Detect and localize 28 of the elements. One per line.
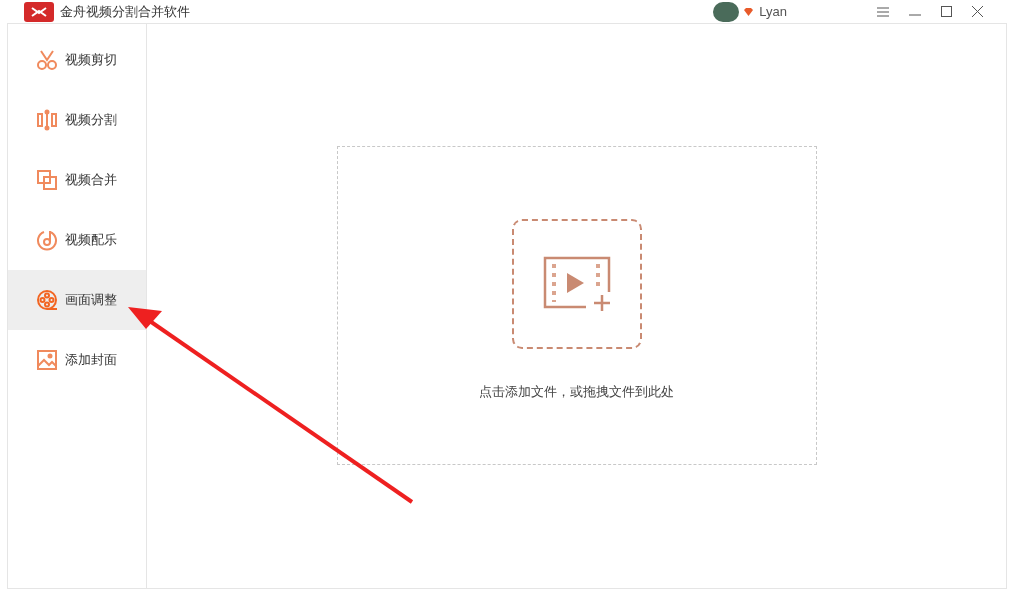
sidebar-item[interactable]: 添加封面 bbox=[8, 330, 146, 390]
user-avatar[interactable] bbox=[713, 1, 740, 22]
sidebar-label: 视频合并 bbox=[65, 171, 117, 190]
sidebar-label: 视频剪切 bbox=[65, 51, 117, 70]
sidebar-label: 画面调整 bbox=[65, 291, 117, 310]
sidebar-label: 视频配乐 bbox=[65, 231, 117, 250]
sidebar-label: 视频分割 bbox=[65, 111, 117, 130]
drop-hint: 点击添加文件，或拖拽文件到此处 bbox=[479, 383, 674, 401]
add-file-button[interactable] bbox=[511, 219, 642, 349]
close-icon[interactable] bbox=[972, 6, 983, 17]
drop-zone[interactable]: 点击添加文件，或拖拽文件到此处 bbox=[336, 146, 817, 465]
split-icon bbox=[36, 109, 58, 131]
diamond-icon bbox=[743, 6, 755, 17]
merge-icon bbox=[36, 169, 58, 191]
add-video-icon bbox=[541, 255, 612, 313]
user-name[interactable]: Lyan bbox=[759, 1, 787, 22]
sidebar-item[interactable]: 视频合并 bbox=[8, 150, 146, 210]
image-icon bbox=[36, 349, 58, 371]
sidebar-item[interactable]: 视频配乐 bbox=[8, 210, 146, 270]
sidebar-item[interactable]: 视频剪切 bbox=[8, 30, 146, 90]
maximize-icon[interactable] bbox=[941, 6, 952, 17]
scissors-icon bbox=[36, 49, 58, 71]
sidebar-label: 添加封面 bbox=[65, 351, 117, 370]
music-icon bbox=[36, 229, 58, 251]
window-title: 金舟视频分割合并软件 bbox=[60, 2, 190, 21]
sidebar-item[interactable]: 画面调整 bbox=[8, 270, 146, 330]
sidebar-item[interactable]: 视频分割 bbox=[8, 90, 146, 150]
film-reel-icon bbox=[36, 289, 58, 311]
